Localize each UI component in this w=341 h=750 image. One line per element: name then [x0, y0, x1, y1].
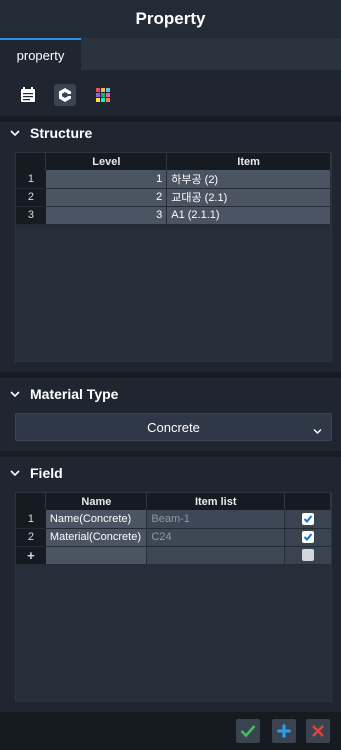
structure-table-header: Level Item [16, 153, 331, 170]
field-table: Name Item list 1 Name(Concrete) Beam-1 2… [16, 493, 331, 565]
row-number: 1 [16, 510, 46, 529]
structure-table: Level Item 1 1 하부공 (2) 2 2 교대공 (2.1) 3 3… [16, 153, 331, 225]
new-row[interactable]: + [16, 546, 331, 565]
new-name-cell[interactable] [45, 546, 148, 565]
row-checkbox[interactable] [301, 531, 314, 544]
new-row-marker: + [16, 546, 46, 565]
row-number: 2 [16, 528, 46, 547]
column-header-item[interactable]: Item [166, 153, 331, 170]
item-list-cell[interactable]: Beam-1 [146, 510, 286, 529]
column-header-item-list[interactable]: Item list [146, 493, 286, 510]
chevron-down-icon [0, 390, 30, 398]
column-header-level[interactable]: Level [45, 153, 168, 170]
table-row[interactable]: 2 2 교대공 (2.1) [16, 188, 331, 207]
structure-grid: Level Item 1 1 하부공 (2) 2 2 교대공 (2.1) 3 3… [15, 152, 332, 362]
checkmark-icon [303, 515, 313, 523]
divider [0, 451, 341, 457]
property-toolbar [0, 72, 341, 118]
check-cell[interactable] [284, 510, 331, 529]
row-number-header [16, 153, 47, 170]
divider [0, 372, 341, 378]
level-cell[interactable]: 2 [45, 188, 168, 207]
column-header-name[interactable]: Name [45, 493, 148, 510]
row-number: 3 [16, 206, 46, 225]
calendar-icon [21, 87, 35, 102]
plus-icon [277, 724, 291, 738]
check-icon [240, 725, 256, 738]
row-number: 2 [16, 188, 46, 207]
new-row-checkbox[interactable] [301, 549, 314, 562]
confirm-button[interactable] [236, 719, 260, 743]
close-icon [312, 725, 324, 737]
material-type-section-title: Material Type [30, 386, 119, 402]
chevron-down-icon [313, 423, 322, 438]
cube-icon [59, 88, 72, 102]
level-cell[interactable]: 3 [45, 206, 168, 225]
table-row[interactable]: 1 Name(Concrete) Beam-1 [16, 510, 331, 529]
structure-section-header[interactable]: Structure [0, 118, 341, 148]
field-section-title: Field [30, 465, 63, 481]
row-number-header [16, 493, 47, 510]
window-title-bar: Property [0, 0, 341, 38]
field-table-header: Name Item list [16, 493, 331, 510]
add-button[interactable] [272, 719, 296, 743]
check-cell[interactable] [284, 528, 331, 547]
item-cell[interactable]: 교대공 (2.1) [166, 188, 331, 207]
tab-property[interactable]: property [0, 38, 81, 70]
cancel-button[interactable] [306, 719, 330, 743]
chevron-down-icon [0, 469, 30, 477]
table-row[interactable]: 1 1 하부공 (2) [16, 170, 331, 189]
structure-section-title: Structure [30, 125, 93, 141]
name-cell[interactable]: Name(Concrete) [45, 510, 148, 529]
chevron-down-icon [0, 129, 30, 137]
material-type-section-header[interactable]: Material Type [0, 379, 341, 409]
table-row[interactable]: 2 Material(Concrete) C24 [16, 528, 331, 547]
row-checkbox[interactable] [301, 512, 314, 525]
new-item-list-cell[interactable] [146, 546, 286, 565]
footer-bar [0, 712, 341, 750]
color-grid-tool-button[interactable] [92, 84, 114, 106]
window-title: Property [135, 9, 206, 28]
name-cell[interactable]: Material(Concrete) [45, 528, 148, 547]
row-number: 1 [16, 170, 46, 189]
item-list-cell[interactable]: C24 [146, 528, 286, 547]
color-grid-icon [96, 88, 110, 102]
calendar-tool-button[interactable] [17, 84, 39, 106]
cube-tool-button[interactable] [54, 84, 76, 106]
table-row[interactable]: 3 3 A1 (2.1.1) [16, 206, 331, 225]
field-grid: Name Item list 1 Name(Concrete) Beam-1 2… [15, 492, 332, 702]
material-type-select[interactable]: Concrete [15, 413, 332, 441]
tab-strip: property [0, 38, 341, 70]
field-section-header[interactable]: Field [0, 458, 341, 488]
column-header-check [284, 493, 331, 510]
level-cell[interactable]: 1 [45, 170, 168, 189]
material-type-selected-value: Concrete [147, 419, 200, 435]
checkmark-icon [303, 533, 313, 542]
check-cell[interactable] [284, 546, 331, 565]
item-cell[interactable]: A1 (2.1.1) [166, 206, 331, 225]
item-cell[interactable]: 하부공 (2) [166, 170, 331, 189]
